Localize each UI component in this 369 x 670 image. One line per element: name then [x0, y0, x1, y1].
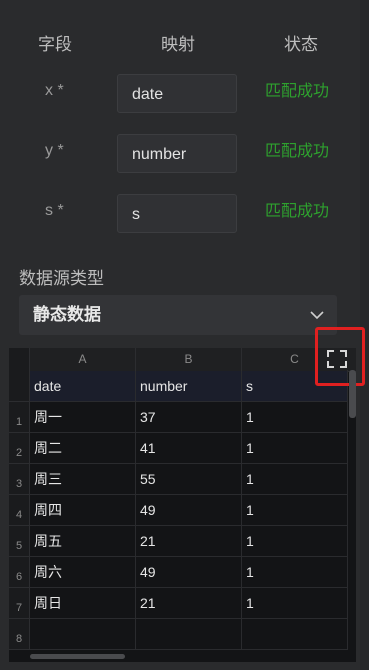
data-cell[interactable]	[242, 619, 348, 650]
data-cell[interactable]: 41	[136, 433, 242, 464]
field-label: s *	[45, 202, 64, 219]
data-cell[interactable]: 49	[136, 557, 242, 588]
row-number: 5	[9, 526, 30, 557]
row-number: 7	[9, 588, 30, 619]
row-number: 4	[9, 495, 30, 526]
sheet-horizontal-scrollbar[interactable]	[30, 654, 125, 659]
data-cell[interactable]: 1	[242, 495, 348, 526]
row-number: 3	[9, 464, 30, 495]
mapping-column-header: 映射	[161, 35, 195, 54]
data-cell[interactable]: 1	[242, 557, 348, 588]
data-cell[interactable]: 1	[242, 588, 348, 619]
row-number: 2	[9, 433, 30, 464]
data-sheet[interactable]: A B C date number s 1 周一 37 1 2 周二 41 1 3 周三 55 1 4 周四 49…	[9, 348, 356, 662]
mapping-row-x: x * date 匹配成功	[0, 74, 369, 116]
row-number: 1	[9, 402, 30, 433]
mapping-input-s[interactable]: s	[117, 194, 237, 233]
header-cell[interactable]: date	[30, 371, 136, 402]
sheet-vertical-scrollbar[interactable]	[349, 370, 356, 418]
data-cell[interactable]: 周五	[30, 526, 136, 557]
mapping-table-header: 字段 映射 状态	[0, 30, 369, 54]
mapping-input-x[interactable]: date	[117, 74, 237, 113]
field-label: x *	[45, 82, 64, 99]
data-cell[interactable]	[136, 619, 242, 650]
data-cell[interactable]: 周日	[30, 588, 136, 619]
row-number: 6	[9, 557, 30, 588]
data-cell[interactable]: 49	[136, 495, 242, 526]
column-header-row: A B C	[9, 348, 356, 372]
status-text: 匹配成功	[265, 83, 330, 100]
data-cell[interactable]: 1	[242, 464, 348, 495]
column-header-a[interactable]: A	[30, 348, 136, 371]
row-number: 8	[9, 619, 30, 650]
mapping-row-s: s * s 匹配成功	[0, 194, 369, 236]
status-text: 匹配成功	[265, 143, 330, 160]
status-text: 匹配成功	[265, 203, 330, 220]
corner-cell	[9, 348, 30, 371]
data-cell[interactable]	[30, 619, 136, 650]
status-column-header: 状态	[284, 35, 318, 54]
row-number	[9, 371, 30, 402]
data-cell[interactable]: 37	[136, 402, 242, 433]
mapping-row-y: y * number 匹配成功	[0, 134, 369, 176]
field-label: y *	[45, 142, 64, 159]
chevron-down-icon	[310, 311, 324, 320]
header-cell[interactable]: number	[136, 371, 242, 402]
datasource-type-label: 数据源类型	[19, 269, 104, 288]
data-cell[interactable]: 1	[242, 526, 348, 557]
data-cell[interactable]: 周三	[30, 464, 136, 495]
data-cell[interactable]: 周二	[30, 433, 136, 464]
data-cell[interactable]: 周一	[30, 402, 136, 433]
data-cell[interactable]: 55	[136, 464, 242, 495]
data-cell[interactable]: 1	[242, 433, 348, 464]
highlight-annotation	[315, 327, 365, 386]
data-cell[interactable]: 周四	[30, 495, 136, 526]
data-cell[interactable]: 1	[242, 402, 348, 433]
data-cell[interactable]: 21	[136, 588, 242, 619]
datasource-selected-value: 静态数据	[33, 305, 101, 324]
mapping-input-y[interactable]: number	[117, 134, 237, 173]
data-cell[interactable]: 周六	[30, 557, 136, 588]
data-cell[interactable]: 21	[136, 526, 242, 557]
field-column-header: 字段	[38, 35, 72, 54]
column-header-b[interactable]: B	[136, 348, 242, 371]
datasource-type-select[interactable]: 静态数据	[19, 295, 337, 335]
